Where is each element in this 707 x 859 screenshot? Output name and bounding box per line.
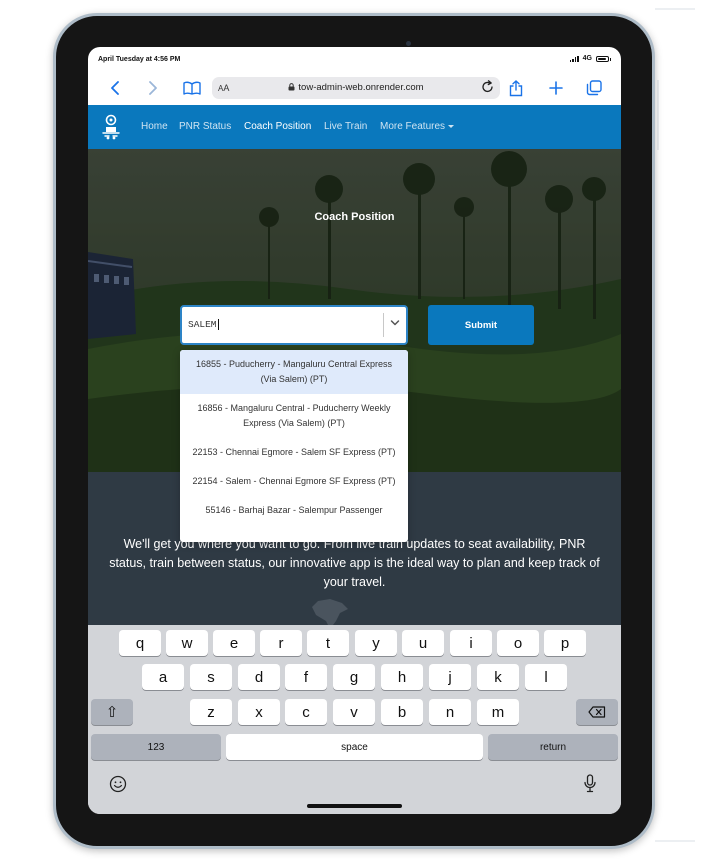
text-cursor [217, 319, 219, 330]
onscreen-keyboard: q w e r t y u i o p a s d f g h j k l ⇧ … [88, 625, 621, 814]
key-m[interactable]: m [477, 699, 519, 725]
dropdown-option[interactable]: 55146 - Barhaj Bazar - Salempur Passenge… [180, 496, 408, 525]
network-label: 4G [582, 55, 592, 62]
train-search-select[interactable]: SALEM [180, 305, 408, 345]
nav-pnr-status[interactable]: PNR Status [179, 121, 231, 132]
book-icon[interactable] [180, 76, 204, 100]
caret-down-icon [448, 124, 455, 128]
nav-coach-position[interactable]: Coach Position [244, 121, 311, 132]
battery-icon [596, 55, 611, 62]
key-y[interactable]: y [355, 630, 397, 656]
key-i[interactable]: i [450, 630, 492, 656]
tablet-screen: April Tuesday at 4:56 PM 4G AA tow-admin… [88, 47, 621, 814]
key-v[interactable]: v [333, 699, 375, 725]
select-divider [383, 313, 384, 337]
key-x[interactable]: x [238, 699, 280, 725]
train-suggestions-dropdown: 16855 - Puducherry - Mangaluru Central E… [180, 350, 408, 542]
backspace-icon [588, 706, 606, 718]
key-z[interactable]: z [190, 699, 232, 725]
nav-live-train[interactable]: Live Train [324, 121, 367, 132]
chevron-left-icon[interactable] [104, 76, 128, 100]
site-navbar: Home PNR Status Coach Position Live Trai… [88, 105, 621, 149]
status-time: April Tuesday at 4:56 PM [98, 56, 181, 63]
lock-icon [288, 83, 295, 91]
dropdown-option[interactable]: 22153 - Chennai Egmore - Salem SF Expres… [180, 438, 408, 467]
key-w[interactable]: w [166, 630, 208, 656]
microphone-icon[interactable] [583, 774, 597, 794]
battery-level [598, 57, 607, 60]
plus-icon[interactable] [544, 76, 568, 100]
key-c[interactable]: c [285, 699, 327, 725]
status-indicators: 4G [569, 55, 611, 62]
key-f[interactable]: f [285, 664, 327, 690]
key-t[interactable]: t [307, 630, 349, 656]
key-a[interactable]: a [142, 664, 184, 690]
key-h[interactable]: h [381, 664, 423, 690]
reload-icon[interactable] [481, 80, 495, 99]
front-camera [406, 41, 411, 46]
key-e[interactable]: e [213, 630, 255, 656]
tabs-icon[interactable] [582, 76, 606, 100]
key-p[interactable]: p [544, 630, 586, 656]
shift-icon: ⇧ [105, 704, 119, 721]
about-text: We'll get you where you want to go. From… [109, 537, 600, 589]
numbers-key[interactable]: 123 [91, 734, 221, 760]
backspace-key[interactable] [576, 699, 618, 725]
page-title: Coach Position [314, 211, 395, 223]
share-icon[interactable] [504, 76, 528, 100]
chevron-right-icon[interactable] [140, 76, 164, 100]
background-device-edge [655, 0, 707, 859]
train-search-input[interactable]: SALEM [188, 319, 219, 330]
nav-more-features[interactable]: More Features [380, 121, 455, 132]
key-s[interactable]: s [190, 664, 232, 690]
key-n[interactable]: n [429, 699, 471, 725]
key-g[interactable]: g [333, 664, 375, 690]
key-u[interactable]: u [402, 630, 444, 656]
return-key[interactable]: return [488, 734, 618, 760]
key-j[interactable]: j [429, 664, 471, 690]
dropdown-option[interactable]: 22154 - Salem - Chennai Egmore SF Expres… [180, 467, 408, 496]
chevron-down-icon[interactable] [390, 319, 400, 327]
key-q[interactable]: q [119, 630, 161, 656]
shift-key[interactable]: ⇧ [91, 699, 133, 725]
key-b[interactable]: b [381, 699, 423, 725]
status-bar: April Tuesday at 4:56 PM 4G [88, 47, 621, 71]
home-indicator[interactable] [307, 804, 402, 808]
site-logo[interactable] [99, 111, 123, 141]
key-l[interactable]: l [525, 664, 567, 690]
address-bar[interactable]: AA tow-admin-web.onrender.com [212, 77, 500, 99]
browser-toolbar: AA tow-admin-web.onrender.com [88, 71, 621, 105]
emoji-icon[interactable] [109, 775, 127, 793]
key-r[interactable]: r [260, 630, 302, 656]
url-display[interactable]: tow-admin-web.onrender.com [212, 82, 500, 93]
dropdown-option[interactable]: 16855 - Puducherry - Mangaluru Central E… [180, 350, 408, 394]
key-d[interactable]: d [238, 664, 280, 690]
key-k[interactable]: k [477, 664, 519, 690]
url-text: tow-admin-web.onrender.com [298, 82, 424, 93]
submit-button[interactable]: Submit [428, 305, 534, 345]
key-o[interactable]: o [497, 630, 539, 656]
nav-home[interactable]: Home [141, 121, 168, 132]
signal-icon [569, 55, 579, 62]
dropdown-option[interactable]: 16856 - Mangaluru Central - Puducherry W… [180, 394, 408, 438]
space-key[interactable]: space [226, 734, 483, 760]
